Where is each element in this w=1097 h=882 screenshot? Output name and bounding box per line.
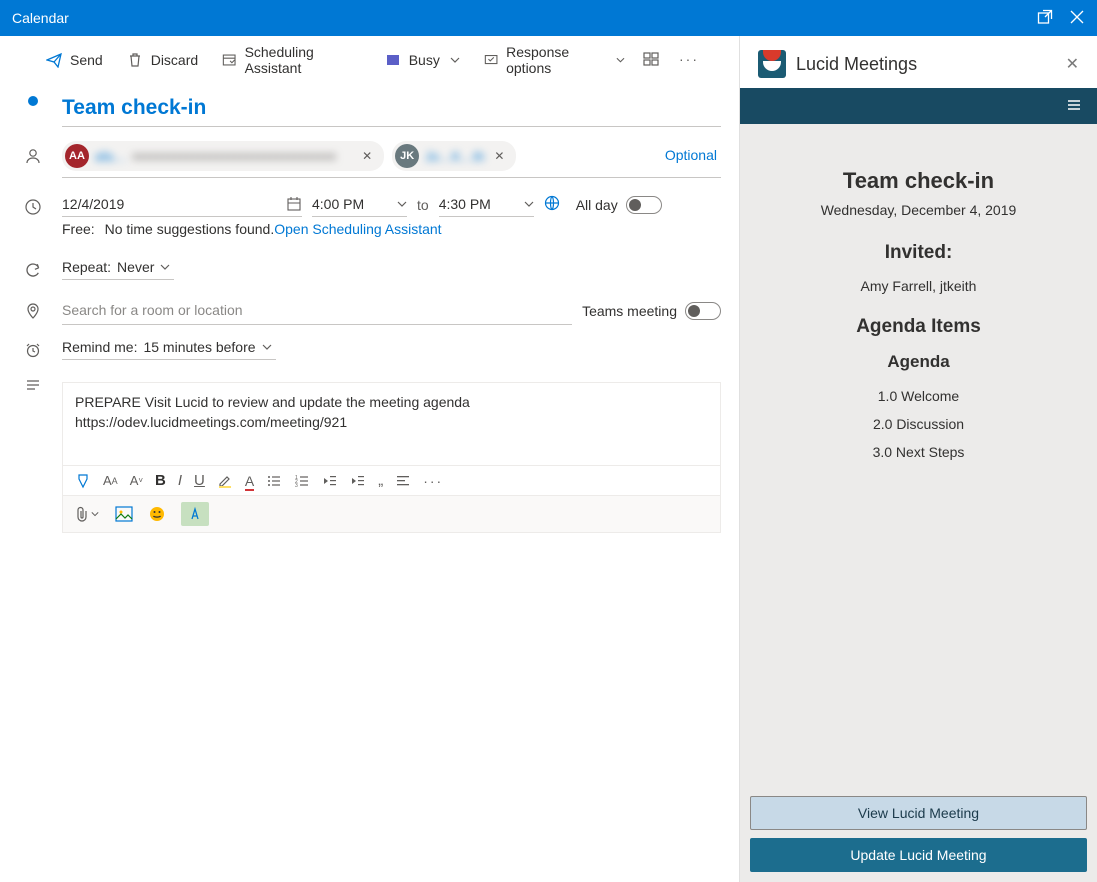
open-scheduling-link[interactable]: Open Scheduling Assistant: [274, 221, 441, 237]
format-painter-icon[interactable]: [75, 473, 91, 489]
agenda-item: 3.0 Next Steps: [760, 444, 1077, 460]
attendees-icon: [18, 141, 48, 165]
underline-button[interactable]: U: [194, 472, 205, 489]
teams-meeting-toggle[interactable]: [685, 302, 721, 320]
font-color-button[interactable]: A: [245, 473, 254, 489]
agenda-subheading: Agenda: [760, 352, 1077, 372]
optional-attendees-link[interactable]: Optional: [661, 141, 721, 169]
more-icon[interactable]: ···: [675, 47, 703, 74]
teams-meeting-label: Teams meeting: [582, 303, 677, 319]
chevron-down-icon: [450, 55, 460, 65]
close-icon[interactable]: [1069, 9, 1085, 28]
scheduling-assistant-button[interactable]: Scheduling Assistant: [212, 40, 371, 80]
italic-button[interactable]: I: [178, 472, 182, 489]
all-day-toggle[interactable]: [626, 196, 662, 214]
indent-button[interactable]: [350, 473, 366, 489]
insert-emoji-button[interactable]: [149, 506, 165, 522]
end-time-field[interactable]: 4:30 PM: [439, 192, 534, 217]
chevron-down-icon: [160, 262, 170, 272]
titlebar: Calendar: [0, 0, 1097, 36]
more-formatting-icon[interactable]: ···: [423, 473, 443, 489]
lucid-logo-icon: [758, 50, 786, 78]
attendee-chip[interactable]: JK Jo…K…th ✕: [392, 141, 516, 171]
rich-text-toolbar: AA A˅ B I U A 123 „: [63, 465, 720, 495]
repeat-icon: [18, 255, 48, 279]
invited-names: Amy Farrell, jtkeith: [760, 278, 1077, 294]
repeat-dropdown[interactable]: Repeat: Never: [62, 255, 174, 280]
agenda-item: 1.0 Welcome: [760, 388, 1077, 404]
update-lucid-button[interactable]: Update Lucid Meeting: [750, 838, 1087, 872]
avatar: JK: [395, 144, 419, 168]
font-size-up-icon[interactable]: AA: [103, 473, 118, 488]
bullets-button[interactable]: [266, 473, 282, 489]
show-formatting-button[interactable]: [181, 502, 209, 526]
clock-icon: [18, 192, 48, 216]
attendee-chip[interactable]: AA afa… xxxxxxxxxxxxxxxxxxxxxxxxxxxxxxxx…: [62, 141, 384, 171]
location-input[interactable]: [62, 296, 572, 325]
remove-attendee-icon[interactable]: ✕: [490, 149, 508, 163]
invited-heading: Invited:: [760, 242, 1077, 264]
numbering-button[interactable]: 123: [294, 473, 310, 489]
window-title: Calendar: [12, 10, 69, 26]
popout-icon[interactable]: [1037, 9, 1053, 28]
chevron-down-icon: [524, 199, 534, 209]
response-options-dropdown[interactable]: Response options: [474, 40, 635, 80]
chevron-down-icon: [262, 342, 272, 352]
color-category-dot[interactable]: [18, 92, 48, 106]
quote-button[interactable]: „: [378, 472, 383, 489]
view-lucid-button[interactable]: View Lucid Meeting: [750, 796, 1087, 830]
main-form: Send Discard Scheduling Assistant Busy R…: [0, 36, 739, 882]
agenda-item: 2.0 Discussion: [760, 416, 1077, 432]
grid-icon[interactable]: [639, 47, 663, 74]
calendar-icon: [286, 196, 302, 212]
freebusy-text: Free: No time suggestions found.Open Sch…: [62, 217, 721, 245]
remove-attendee-icon[interactable]: ✕: [358, 149, 376, 163]
agenda-items-heading: Agenda Items: [760, 316, 1077, 338]
to-label: to: [417, 197, 429, 213]
panel-meeting-title: Team check-in: [760, 168, 1077, 194]
panel-meeting-date: Wednesday, December 4, 2019: [760, 202, 1077, 218]
start-time-field[interactable]: 4:00 PM: [312, 192, 407, 217]
highlight-button[interactable]: [217, 473, 233, 489]
all-day-label: All day: [576, 197, 618, 213]
busy-dropdown[interactable]: Busy: [375, 48, 470, 72]
insert-toolbar: [63, 495, 720, 532]
font-size-down-icon[interactable]: A˅: [130, 473, 143, 488]
avatar: AA: [65, 144, 89, 168]
location-icon: [18, 296, 48, 320]
outdent-button[interactable]: [322, 473, 338, 489]
lucid-panel: Lucid Meetings ✕ Team check-in Wednesday…: [739, 36, 1097, 882]
reminder-dropdown[interactable]: Remind me: 15 minutes before: [62, 335, 276, 360]
reminder-icon: [18, 335, 48, 359]
event-title-input[interactable]: [62, 92, 721, 127]
panel-brand: Lucid Meetings: [796, 54, 917, 75]
timezone-icon[interactable]: [544, 195, 560, 214]
discard-button[interactable]: Discard: [117, 48, 208, 72]
date-field[interactable]: 12/4/2019: [62, 192, 302, 217]
description-icon: [18, 370, 48, 394]
bold-button[interactable]: B: [155, 472, 166, 489]
send-button[interactable]: Send: [36, 48, 113, 72]
chevron-down-icon: [616, 55, 625, 65]
panel-menu-icon[interactable]: [1065, 96, 1083, 117]
body-textarea[interactable]: PREPARE Visit Lucid to review and update…: [63, 383, 720, 465]
attach-button[interactable]: [75, 506, 99, 522]
insert-image-button[interactable]: [115, 506, 133, 522]
svg-text:3: 3: [295, 483, 298, 489]
align-button[interactable]: [395, 473, 411, 489]
panel-close-icon[interactable]: ✕: [1066, 54, 1079, 74]
toolbar: Send Discard Scheduling Assistant Busy R…: [0, 36, 739, 84]
chevron-down-icon: [397, 199, 407, 209]
body-editor: PREPARE Visit Lucid to review and update…: [62, 382, 721, 533]
